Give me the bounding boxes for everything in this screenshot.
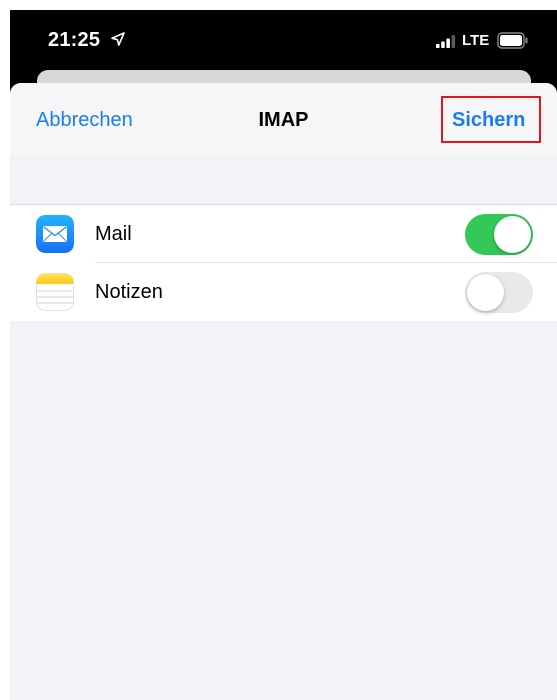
- list-item-label: Mail: [95, 223, 132, 245]
- mail-toggle[interactable]: [465, 214, 533, 255]
- list-item-mail[interactable]: Mail: [10, 205, 557, 263]
- cancel-button[interactable]: Abbrechen: [36, 109, 133, 132]
- toggle-knob: [467, 274, 504, 311]
- list-item-label: Notizen: [95, 281, 163, 303]
- imap-settings-sheet: Abbrechen IMAP Sichern Mail Notizen: [10, 83, 557, 700]
- cellular-signal-icon: [436, 35, 456, 48]
- notes-app-icon: [36, 273, 74, 311]
- apps-list: Mail Notizen: [10, 204, 557, 321]
- network-type-label: LTE: [462, 32, 490, 49]
- mail-app-icon: [36, 215, 74, 253]
- phone-screen: 21:25 LTE Abbrechen IMAP Sichern Mail No…: [10, 10, 557, 700]
- list-item-notes[interactable]: Notizen: [10, 263, 557, 321]
- toggle-knob: [494, 216, 531, 253]
- notes-toggle[interactable]: [465, 272, 533, 313]
- battery-icon: [497, 32, 529, 49]
- navigation-bar: Abbrechen IMAP Sichern: [10, 83, 557, 157]
- save-button[interactable]: Sichern: [452, 109, 525, 132]
- status-bar: 21:25 LTE: [10, 10, 557, 72]
- location-arrow-icon: [111, 32, 125, 46]
- status-time: 21:25: [48, 29, 101, 51]
